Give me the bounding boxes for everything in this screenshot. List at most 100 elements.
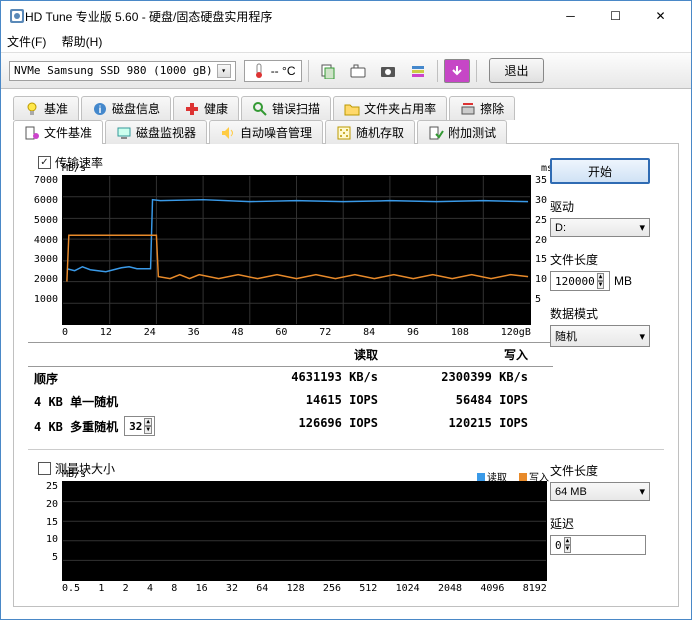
file-length-unit: MB — [614, 274, 632, 288]
row-4ks-read: 14615 IOPS — [228, 390, 378, 413]
file-length2-dropdown[interactable]: 64 MB▾ — [550, 482, 650, 501]
magnifier-icon — [252, 101, 268, 117]
spin-up-icon[interactable]: ▲ — [564, 537, 572, 545]
window-title: HD Tune 专业版 5.60 - 硬盘/固态硬盘实用程序 — [25, 8, 548, 25]
spin-down-icon[interactable]: ▼ — [597, 281, 605, 289]
minimize-button[interactable]: ─ — [548, 2, 593, 30]
row-4ks-label: 4 KB 单一随机 — [28, 390, 228, 413]
delay-spinner[interactable]: 0▲▼ — [550, 535, 646, 555]
tab-benchmark[interactable]: 基准 — [13, 96, 79, 120]
chart-transfer: MB/s ms 7000600050004000300020001000 353… — [28, 175, 553, 338]
tab-row-1: 基准 i磁盘信息 健康 错误扫描 文件夹占用率 擦除 — [13, 95, 679, 119]
tab-content: ✓ 传输速率 MB/s ms 7000600050004000300020001… — [13, 143, 679, 607]
start-button[interactable]: 开始 — [550, 158, 650, 184]
tab-file-benchmark[interactable]: 文件基准 — [13, 120, 103, 144]
tab-error-scan[interactable]: 错误扫描 — [241, 96, 331, 120]
chevron-down-icon: ▾ — [639, 221, 645, 234]
tab-erase[interactable]: 擦除 — [449, 96, 515, 120]
file-length-spinner[interactable]: 120000▲▼ — [550, 271, 610, 291]
random-icon — [336, 125, 352, 141]
separator — [308, 60, 309, 82]
tab-disk-info[interactable]: i磁盘信息 — [81, 96, 171, 120]
app-icon — [9, 8, 25, 24]
erase-icon — [460, 101, 476, 117]
row-seq-write: 2300399 KB/s — [378, 367, 528, 390]
tab-folder-usage[interactable]: 文件夹占用率 — [333, 96, 447, 120]
save-button[interactable] — [444, 59, 470, 83]
file-length2-label: 文件长度 — [550, 462, 650, 479]
tab-random-access[interactable]: 随机存取 — [325, 120, 415, 144]
monitor-icon — [116, 125, 132, 141]
copy-info-button[interactable] — [315, 59, 341, 83]
spin-up-icon[interactable]: ▲ — [597, 273, 605, 281]
drive-dropdown[interactable]: D:▾ — [550, 218, 650, 237]
side-panel-2: 文件长度 64 MB▾ 延迟 0▲▼ — [550, 460, 650, 555]
data-mode-label: 数据模式 — [550, 305, 650, 322]
row-4km-label: 4 KB 多重随机 — [34, 418, 118, 435]
results-row-seq: 顺序 4631193 KB/s 2300399 KB/s — [28, 367, 553, 390]
spin-down-icon[interactable]: ▼ — [144, 426, 152, 434]
chevron-down-icon: ▾ — [639, 485, 645, 498]
check-icon — [428, 125, 444, 141]
chart1-yticks-left: 7000600050004000300020001000 — [28, 175, 58, 325]
file-bench-icon — [24, 125, 40, 141]
row-4km-write: 120215 IOPS — [378, 413, 528, 439]
maximize-button[interactable]: ☐ — [593, 2, 638, 30]
menu-file[interactable]: 文件(F) — [7, 33, 46, 50]
chart2-plot — [62, 481, 547, 581]
chevron-down-icon: ▾ — [217, 64, 231, 78]
bulb-icon — [24, 101, 40, 117]
drive-selector-value: NVMe Samsung SSD 980 (1000 gB) — [14, 64, 213, 77]
chart2-xticks: 0.512481632641282565121024204840968192 — [62, 583, 547, 594]
tab-aam[interactable]: 自动噪音管理 — [209, 120, 323, 144]
spin-up-icon[interactable]: ▲ — [144, 418, 152, 426]
drive-label: 驱动 — [550, 198, 650, 215]
results-row-4k-single: 4 KB 单一随机 14615 IOPS 56484 IOPS — [28, 390, 553, 413]
temperature-value: -- °C — [271, 64, 296, 78]
screenshot-button[interactable] — [345, 59, 371, 83]
svg-text:i: i — [99, 105, 102, 116]
close-button[interactable]: ✕ — [638, 2, 683, 30]
plus-icon — [184, 101, 200, 117]
transfer-rate-checkbox[interactable]: ✓ — [38, 156, 51, 169]
spin-down-icon[interactable]: ▼ — [564, 545, 572, 553]
camera-button[interactable] — [375, 59, 401, 83]
chart-blocksize: MB/s 读取 写入 252015105 0.51248163264128256… — [28, 481, 553, 594]
speaker-icon — [220, 125, 236, 141]
col-write: 写入 — [378, 343, 528, 366]
toolbar: NVMe Samsung SSD 980 (1000 gB) ▾ -- °C 退… — [1, 53, 691, 89]
chart2-yticks: 252015105 — [28, 481, 58, 581]
results-header: 读取 写入 — [28, 342, 553, 367]
block-size-checkbox[interactable] — [38, 462, 51, 475]
threads-spinner[interactable]: 32▲▼ — [124, 416, 155, 436]
col-read: 读取 — [228, 343, 378, 366]
menubar: 文件(F) 帮助(H) — [1, 31, 691, 53]
tab-health[interactable]: 健康 — [173, 96, 239, 120]
row-4ks-write: 56484 IOPS — [378, 390, 528, 413]
tab-extra-tests[interactable]: 附加测试 — [417, 120, 507, 144]
options-button[interactable] — [405, 59, 431, 83]
drive-selector[interactable]: NVMe Samsung SSD 980 (1000 gB) ▾ — [9, 61, 236, 81]
file-length-label: 文件长度 — [550, 251, 650, 268]
chart1-xticks: 01224364860728496108120gB — [62, 327, 531, 338]
exit-button[interactable]: 退出 — [489, 58, 543, 83]
menu-help[interactable]: 帮助(H) — [62, 33, 103, 50]
info-icon: i — [92, 101, 108, 117]
chart1-ylabel: MB/s — [62, 163, 86, 174]
separator — [437, 60, 438, 82]
data-mode-dropdown[interactable]: 随机▾ — [550, 325, 650, 347]
chevron-down-icon: ▾ — [639, 330, 645, 343]
folder-icon — [344, 101, 360, 117]
tab-row-2: 文件基准 磁盘监视器 自动噪音管理 随机存取 附加测试 — [13, 119, 679, 143]
row-4km-read: 126696 IOPS — [228, 413, 378, 439]
results-row-4k-multi: 4 KB 多重随机 32▲▼ 126696 IOPS 120215 IOPS — [28, 413, 553, 439]
chart1-plot — [62, 175, 531, 325]
titlebar: HD Tune 专业版 5.60 - 硬盘/固态硬盘实用程序 ─ ☐ ✕ — [1, 1, 691, 31]
delay-label: 延迟 — [550, 515, 650, 532]
side-panel-1: 开始 驱动 D:▾ 文件长度 120000▲▼ MB 数据模式 随机▾ — [550, 158, 650, 347]
row-seq-read: 4631193 KB/s — [228, 367, 378, 390]
row-seq-label: 顺序 — [28, 367, 228, 390]
separator — [476, 60, 477, 82]
tab-disk-monitor[interactable]: 磁盘监视器 — [105, 120, 207, 144]
thermometer-icon — [251, 63, 267, 79]
